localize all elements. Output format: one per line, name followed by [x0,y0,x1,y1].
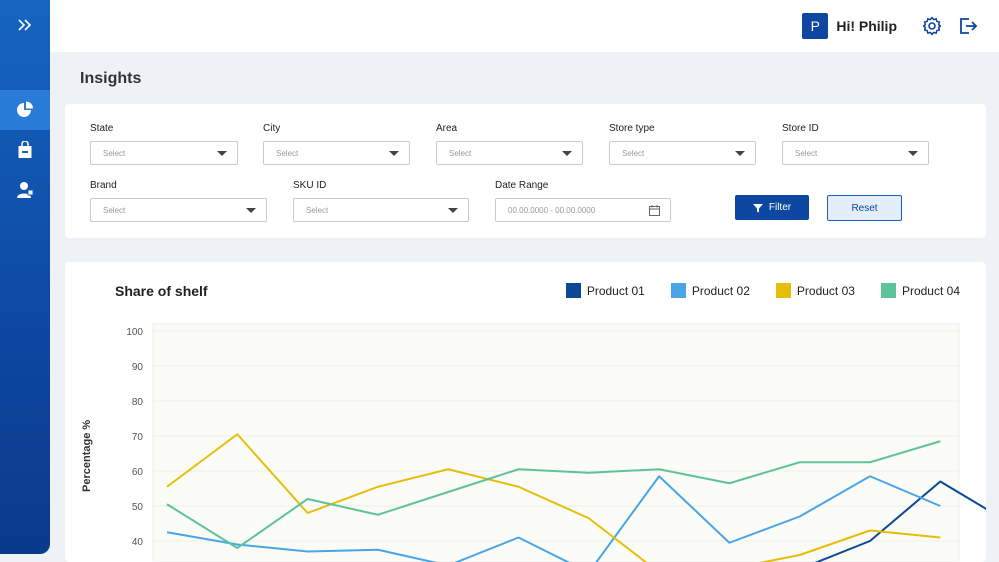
double-chevron-right-icon [18,19,32,31]
brand-select[interactable]: Select [90,198,267,222]
pie-chart-icon [17,101,33,117]
state-label: State [90,123,114,134]
y-tick-label: 50 [132,502,144,513]
store-type-filter: Store type Select [609,123,756,165]
logout-button[interactable] [957,15,979,37]
filter-panel: State Select City Select Area Select Sto… [65,104,986,238]
state-select[interactable]: Select [90,141,238,165]
plot-area [152,323,960,562]
line-chart: 100 90 80 70 60 50 40 [126,323,986,562]
area-filter: Area Select [436,123,583,165]
funnel-icon [752,203,763,212]
city-select[interactable]: Select [263,141,410,165]
store-id-filter: Store ID Select [782,123,929,165]
y-tick-label: 40 [132,537,144,548]
chevron-down-icon [735,150,745,156]
date-range-label: Date Range [495,180,549,191]
y-tick-label: 60 [132,467,144,478]
y-tick-label: 70 [132,432,144,443]
filter-button[interactable]: Filter [735,195,809,220]
store-id-select[interactable]: Select [782,141,929,165]
expand-sidebar-button[interactable] [0,0,50,50]
sidebar-item-products[interactable] [0,130,50,170]
chevron-down-icon [389,150,399,156]
store-id-label: Store ID [782,123,819,134]
area-select[interactable]: Select [436,141,583,165]
sidebar-item-users[interactable] [0,170,50,210]
chevron-down-icon [217,150,227,156]
page-title: Insights [80,70,142,87]
user-icon [17,182,34,198]
calendar-icon [649,204,660,216]
y-tick-label: 80 [132,397,144,408]
chevron-down-icon [908,150,918,156]
date-range-filter: Date Range 00.00.0000 - 00.00.0000 [495,180,671,222]
chevron-down-icon [448,207,458,213]
area-label: Area [436,123,458,134]
top-bar: P Hi! Philip [50,0,999,52]
gear-icon [922,16,942,36]
city-label: City [263,123,281,134]
state-filter: State Select [90,123,238,165]
sku-id-select[interactable]: Select [293,198,469,222]
y-tick-label: 100 [126,327,143,338]
y-tick-label: 90 [132,362,144,373]
settings-button[interactable] [921,15,943,37]
greeting-text: Hi! Philip [836,18,897,34]
city-filter: City Select [263,123,410,165]
share-of-shelf-card: Share of shelf Product 01 Product 02 Produ… [65,262,986,562]
brand-label: Brand [90,180,117,191]
reset-button[interactable]: Reset [827,195,902,221]
chevron-down-icon [246,207,256,213]
logout-icon [960,18,978,34]
brand-filter: Brand Select [90,180,267,222]
store-type-select[interactable]: Select [609,141,756,165]
store-type-label: Store type [609,123,655,134]
sku-id-filter: SKU ID Select [293,180,469,222]
chevron-down-icon [562,150,572,156]
shopping-bag-icon [18,141,32,158]
avatar[interactable]: P [802,13,829,39]
sku-id-label: SKU ID [293,180,327,191]
date-range-input[interactable]: 00.00.0000 - 00.00.0000 [495,198,671,222]
sidebar [0,0,50,554]
sidebar-item-insights[interactable] [0,90,50,130]
